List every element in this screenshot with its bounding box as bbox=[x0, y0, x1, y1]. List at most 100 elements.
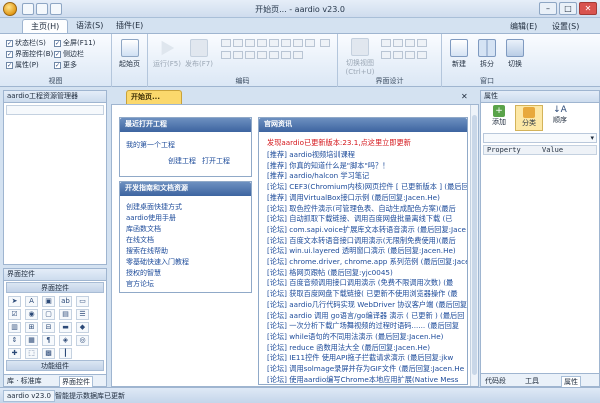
listview-tool-icon[interactable]: ▥ bbox=[8, 322, 21, 333]
order-button[interactable]: ↓A 顺序 bbox=[545, 105, 575, 125]
statusbar-checkbox[interactable]: ✓ 状态栏(S) bbox=[6, 38, 46, 48]
doc-close-icon[interactable]: ✕ bbox=[461, 92, 468, 101]
news-item-link[interactable]: [论坛] 一次分析下载广场舞视频的过程时语码...... (最后回复 bbox=[267, 321, 467, 331]
format-icon[interactable] bbox=[305, 39, 315, 47]
align-center-icon[interactable] bbox=[393, 39, 403, 47]
uncomment-icon[interactable] bbox=[293, 39, 303, 47]
fullscreen-checkbox[interactable]: ✓ 全屏(F11) bbox=[54, 38, 95, 48]
news-item-link[interactable]: [论坛] 百度音频调用接口调用演示 (免费不限调用次数) (最 bbox=[267, 278, 467, 288]
select-all-icon[interactable] bbox=[293, 51, 303, 59]
web-tool-icon[interactable]: ◎ bbox=[76, 335, 89, 346]
trackbar-tool-icon[interactable]: ◆ bbox=[76, 322, 89, 333]
pointer-tool-icon[interactable]: ➤ bbox=[8, 296, 21, 307]
open-project-link[interactable]: 打开工程 bbox=[202, 156, 230, 166]
ui-controls-checkbox[interactable]: ✓ 界面控件(B) bbox=[6, 49, 53, 59]
radio-tool-icon[interactable]: ◉ bbox=[25, 309, 38, 320]
combobox-tool-icon[interactable]: ▤ bbox=[59, 309, 72, 320]
replace-icon[interactable] bbox=[221, 51, 231, 59]
tab-plugins[interactable]: 插件(E) bbox=[108, 19, 151, 34]
unfold-icon[interactable] bbox=[269, 51, 279, 59]
properties-checkbox[interactable]: ✓ 属性(P) bbox=[6, 60, 39, 70]
maximize-button[interactable]: □ bbox=[559, 2, 577, 15]
guide-link[interactable]: 创建桌面快捷方式 bbox=[126, 202, 182, 212]
news-item-link[interactable]: [论坛] 百度文本转语音接口调用演示(无限制免费使用)(最后 bbox=[267, 236, 467, 246]
guide-link[interactable]: 库函数文档 bbox=[126, 224, 161, 234]
split-button[interactable]: 拆分 bbox=[474, 39, 500, 69]
v-space-icon[interactable] bbox=[417, 51, 427, 59]
paste-icon[interactable] bbox=[245, 39, 255, 47]
run-button[interactable]: 运行(F5) bbox=[152, 39, 182, 69]
news-item-link[interactable]: [推荐] 调用VirtualBox接口示例 (最后回复:Jacen.He) bbox=[267, 193, 467, 203]
listbox-tool-icon[interactable]: ☰ bbox=[76, 309, 89, 320]
news-item-link[interactable]: [推荐] aardio/halcon 学习笔记 bbox=[267, 171, 467, 181]
align-right-icon[interactable] bbox=[405, 39, 415, 47]
tools-tab[interactable]: 工具 bbox=[525, 376, 539, 386]
align-left-icon[interactable] bbox=[381, 39, 391, 47]
category-button[interactable]: 分类 bbox=[515, 105, 543, 131]
tab-tool-icon[interactable]: ⊟ bbox=[42, 322, 55, 333]
news-item-link[interactable]: [论坛] 调用solmage录屏并存为GIF文件 (最后回复:Jacen.He bbox=[267, 364, 467, 374]
align-top-icon[interactable] bbox=[417, 39, 427, 47]
treeview-tool-icon[interactable]: ⊞ bbox=[25, 322, 38, 333]
ui-controls-section[interactable]: 界面控件 bbox=[6, 282, 104, 293]
same-width-icon[interactable] bbox=[381, 51, 391, 59]
doc-scrollbar[interactable] bbox=[470, 105, 478, 386]
plus-tool-icon[interactable]: ✚ bbox=[8, 348, 21, 359]
news-item-link[interactable]: [论坛] 获取百度网盘下载链接( 已更新不使用浏览器操作 (最 bbox=[267, 289, 467, 299]
custom-tool-icon[interactable]: ◈ bbox=[59, 335, 72, 346]
guide-link[interactable]: 搜索在线帮助 bbox=[126, 246, 168, 256]
sidebar-checkbox[interactable]: ✓ 侧边栏 bbox=[54, 49, 84, 59]
wrap-icon[interactable] bbox=[281, 51, 291, 59]
object-select[interactable]: ▾ bbox=[483, 133, 597, 143]
checkbox-tool-icon[interactable]: ☑ bbox=[8, 309, 21, 320]
news-item-link[interactable]: [论坛] 自动抓取下载链接、调用百度网盘批量离线下载 (已 bbox=[267, 214, 467, 224]
doc-scrollbar-thumb[interactable] bbox=[472, 115, 477, 375]
tab-home[interactable]: 主页(H) bbox=[22, 19, 69, 34]
news-item-link[interactable]: [论坛] 格网页跟帖 (最后回复:yjc0045) bbox=[267, 268, 467, 278]
news-item-link[interactable]: [论坛] 使用aardio编写Chrome本地应用扩展(Native Mess bbox=[267, 375, 467, 384]
close-button[interactable]: ✕ bbox=[579, 2, 597, 15]
comment-icon[interactable] bbox=[281, 39, 291, 47]
spin-tool-icon[interactable]: ⇕ bbox=[8, 335, 21, 346]
toggle-view-button[interactable]: 切换视图 (Ctrl+U) bbox=[342, 38, 378, 76]
guide-link[interactable]: 零基础快速入门教程 bbox=[126, 257, 189, 267]
find-icon[interactable] bbox=[319, 39, 330, 47]
new-window-button[interactable]: 新建 bbox=[446, 39, 472, 69]
guide-link[interactable]: aardio使用手册 bbox=[126, 213, 176, 223]
h-space-icon[interactable] bbox=[405, 51, 415, 59]
create-project-link[interactable]: 创建工程 bbox=[168, 156, 196, 166]
guide-link[interactable]: 在线文档 bbox=[126, 235, 154, 245]
news-item-link[interactable]: [论坛] reduce 函数用法大全 (最后回复:Jacen.He) bbox=[267, 343, 467, 353]
add-button[interactable]: + 添加 bbox=[484, 105, 514, 127]
news-item-link[interactable]: [论坛] win.ui.layered 透明窗口演示 (最后回复:Jacen.H… bbox=[267, 246, 467, 256]
groupbox-tool-icon[interactable]: ▢ bbox=[42, 309, 55, 320]
button-tool-icon[interactable]: ▭ bbox=[76, 296, 89, 307]
news-item-link[interactable]: [论坛] chrome.driver, chrome.app 系列范例 (最后回… bbox=[267, 257, 467, 267]
static-text-tool-icon[interactable]: A bbox=[25, 296, 38, 307]
update-headline-link[interactable]: 发现aardio已更新版本:23.1,点这里立即更新 bbox=[267, 138, 467, 148]
news-item-link[interactable]: [推荐] 你真的知道什么是"脚本"吗？！ bbox=[267, 161, 467, 171]
edit-tool-icon[interactable]: ab bbox=[59, 296, 72, 307]
start-page-button[interactable]: 起始页 bbox=[112, 34, 148, 87]
copy-icon[interactable] bbox=[233, 39, 243, 47]
library-tab[interactable]: 库 · 标准库 bbox=[7, 376, 42, 386]
guide-link[interactable]: 授权的智慧 bbox=[126, 268, 161, 278]
splitter-tool-icon[interactable]: ┃ bbox=[59, 348, 72, 359]
news-item-link[interactable]: [论坛] CEF3(Chromium内核)网页控件 [ 已更新版本 ] (最后回 bbox=[267, 182, 467, 192]
switch-window-button[interactable]: 切换 bbox=[502, 39, 528, 69]
edit-menu-link[interactable]: 编辑(E) bbox=[510, 21, 537, 32]
news-item-link[interactable]: [论坛] 取色控件演示(可管理色表、自动生成配色方案)(最后 bbox=[267, 204, 467, 214]
recent-project-link[interactable]: 我的第一个工程 bbox=[126, 140, 175, 150]
more-checkbox[interactable]: ✓ 更多 bbox=[54, 60, 77, 70]
bookmark-icon[interactable] bbox=[233, 51, 243, 59]
news-item-link[interactable]: [论坛] while语句的不同用法演示 (最后回复:Jacen.He) bbox=[267, 332, 467, 342]
picture-tool-icon[interactable]: ▣ bbox=[42, 296, 55, 307]
snippets-tab[interactable]: 代码段 bbox=[485, 376, 506, 386]
minimize-button[interactable]: – bbox=[539, 2, 557, 15]
news-item-link[interactable]: [论坛] aardio 调用 go语言/go编译器 演示 ( 已更新 ) (最后… bbox=[267, 311, 467, 321]
frame-tool-icon[interactable]: ▩ bbox=[42, 348, 55, 359]
news-item-link[interactable]: [论坛] aardio几行代码实现 WebDriver 协议客户端 (最后回复 bbox=[267, 300, 467, 310]
ocx-tool-icon[interactable]: ⬚ bbox=[25, 348, 38, 359]
settings-menu-link[interactable]: 设置(S) bbox=[552, 21, 579, 32]
tab-syntax[interactable]: 语法(S) bbox=[68, 19, 111, 34]
